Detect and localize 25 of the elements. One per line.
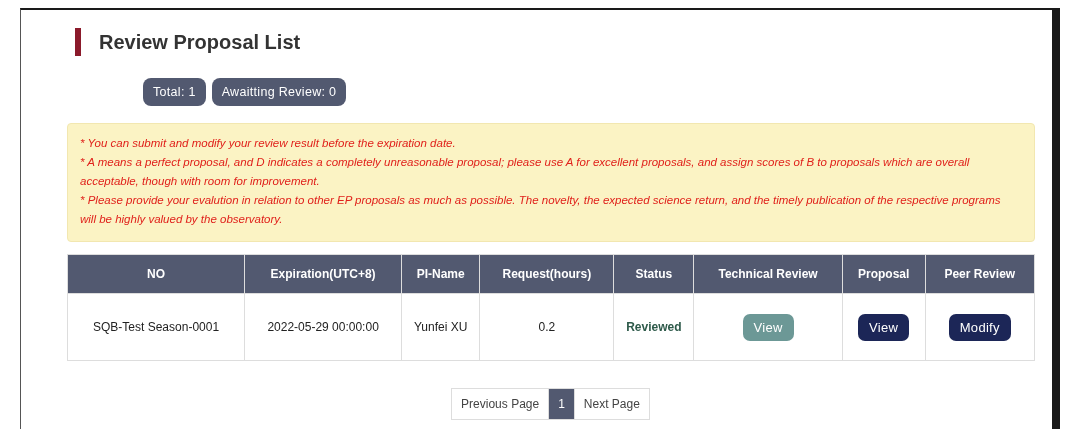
column-header: Technical Review (693, 254, 843, 294)
count-badge: Total: 1 (143, 78, 206, 106)
table-cell: SQB-Test Season-0001 (67, 293, 245, 361)
next-page-button[interactable]: Next Page (573, 388, 650, 420)
title-accent-bar (75, 28, 81, 56)
view-button[interactable]: View (858, 313, 910, 341)
notice-text: * You can submit and modify your review result before the expiration date. (80, 136, 457, 151)
previous-page-button[interactable]: Previous Page (451, 388, 550, 420)
column-header: Peer Review (925, 254, 1035, 294)
modify-button[interactable]: Modify (948, 313, 1011, 341)
status-text: Reviewed (626, 320, 682, 334)
table-cell: 2022-05-29 00:00:00 (244, 293, 402, 361)
notice-text: * Please provide your evalution in relation to other EP proposals as much as possible. The novelty, the expected science return, and the timely publication of the respective programs will be highly valued by the observatory. (80, 193, 1002, 227)
notice-text: * A means a perfect proposal, and D indicates a completely unreasonable proposal; please use A for excellent proposals, and assign scores of B to proposals which are overall acceptable, though with room for improvement. (80, 155, 971, 189)
page-title: Review Proposal List (99, 30, 301, 54)
count-badge: Awaitting Review: 0 (211, 78, 347, 106)
column-header: PI-Name (401, 254, 480, 294)
column-header: Proposal (842, 254, 926, 294)
page-button[interactable]: 1 (548, 388, 575, 420)
column-header: Status (613, 254, 694, 294)
table-cell: Yunfei XU (401, 293, 480, 361)
column-header: Expiration(UTC+8) (244, 254, 402, 294)
column-header: Request(hours) (479, 254, 614, 294)
table-cell: 0.2 (479, 293, 614, 361)
column-header: NO (67, 254, 245, 294)
